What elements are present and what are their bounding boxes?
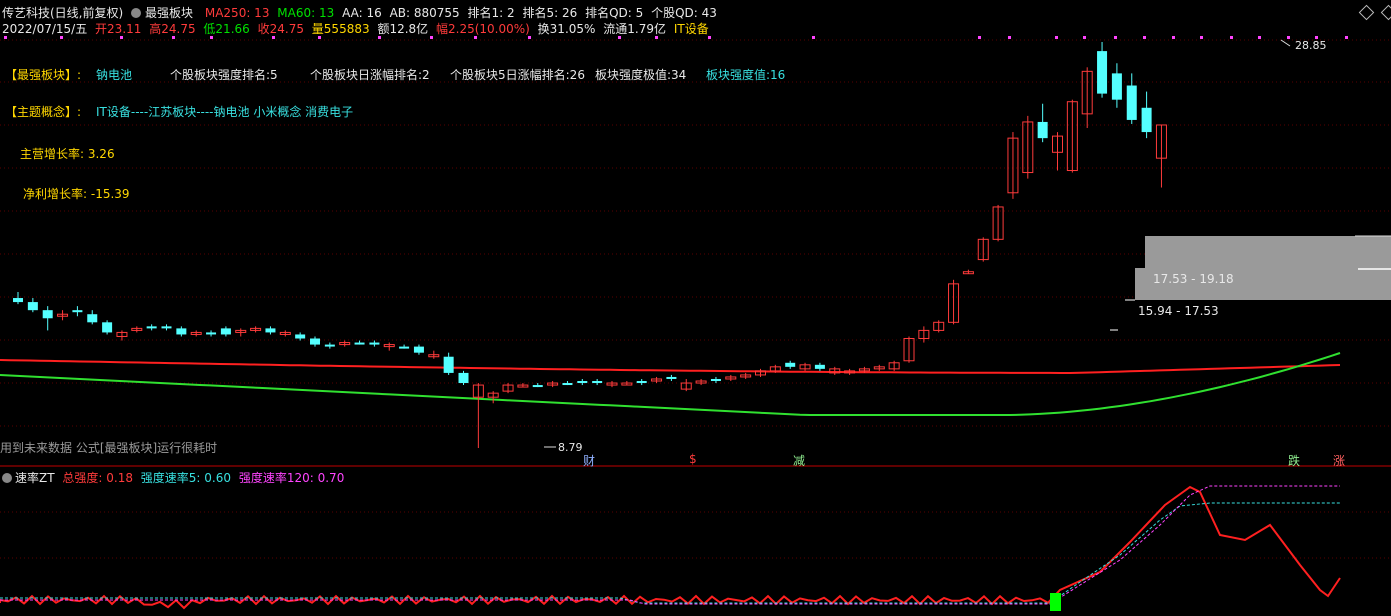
candle-body (636, 381, 647, 384)
signal-dot (1083, 36, 1086, 39)
signal-dot (708, 36, 711, 39)
low-price-label: 8.79 (558, 441, 583, 454)
candle-body (1037, 121, 1048, 139)
candle-body (310, 338, 320, 345)
strength-rate5: 强度速率5: 0.60 (140, 471, 232, 485)
candle-body (354, 342, 365, 345)
band2-label: 15.94 - 17.53 (1138, 304, 1219, 318)
signal-dot (1287, 36, 1290, 39)
signal-dot (474, 36, 477, 39)
candle-body (458, 372, 469, 384)
candle-body (1141, 107, 1152, 133)
signal-dot (1055, 36, 1058, 39)
marker-yin: $ (689, 452, 697, 466)
signal-dot (1258, 36, 1261, 39)
signal-dot (430, 36, 433, 39)
candle-body (13, 298, 23, 303)
candle-body (176, 328, 187, 335)
signal-dot (210, 36, 213, 39)
candle-body (102, 322, 113, 333)
signal-dot (120, 36, 123, 39)
future-data-note: 用到未来数据 公式[最强板块]运行很耗时 (0, 441, 218, 455)
band-upper (1145, 236, 1391, 268)
ma250-line (0, 359, 1341, 374)
candle-body (532, 385, 543, 388)
signal-dot (1345, 36, 1348, 39)
candle-body (1126, 85, 1137, 120)
candle-body (710, 378, 721, 382)
signal-dot (172, 36, 175, 39)
signal-dot (318, 36, 321, 39)
candle-body (592, 381, 603, 384)
marker-cai: 财 (583, 454, 596, 468)
signal-dot (378, 36, 381, 39)
candle-body (265, 328, 276, 333)
marker-zhang: 涨 (1333, 454, 1346, 468)
candle-body (72, 310, 83, 313)
candle-body (146, 326, 157, 329)
candle-body (42, 310, 53, 319)
candle-body (413, 346, 424, 353)
candle-body (814, 364, 825, 369)
candle-body (161, 326, 172, 329)
candle-body (1111, 73, 1122, 100)
dropdown-icon[interactable] (2, 473, 12, 483)
rate5-line (0, 502, 1340, 604)
signal-dot (528, 36, 531, 39)
candle-body (27, 302, 38, 311)
green-signal-bar (1050, 593, 1061, 611)
candle-body (785, 362, 796, 367)
signal-dot (4, 36, 7, 39)
signal-dot (812, 36, 815, 39)
candle-body (206, 332, 217, 335)
candle-body (220, 328, 231, 335)
strength-rate120: 强度速率120: 0.70 (238, 471, 345, 485)
total-strength-line (0, 485, 1341, 610)
candle-body (399, 346, 410, 349)
candle-body (666, 376, 677, 379)
lower-indicator-menu[interactable]: 速率ZT (2, 471, 55, 485)
candle-body (295, 334, 306, 339)
candle-body (87, 314, 98, 323)
band1-label: 17.53 - 19.18 (1153, 272, 1234, 286)
signal-dot (272, 36, 275, 39)
signal-dot (1143, 36, 1146, 39)
signal-dot (1230, 36, 1233, 39)
marker-die: 跌 (1288, 454, 1301, 468)
candle-body (324, 344, 335, 347)
lower-panel-header: 速率ZT 总强度: 0.18 强度速率5: 0.60 强度速率120: 0.70 (2, 469, 344, 486)
lower-indicator-name: 速率ZT (15, 471, 55, 485)
signal-dot (1008, 36, 1011, 39)
signal-dot (1172, 36, 1175, 39)
marker-jian: 减 (793, 454, 806, 468)
signal-dot (655, 36, 658, 39)
candle-body (1097, 51, 1108, 94)
signal-dot (60, 36, 63, 39)
high-pointer (1280, 39, 1291, 47)
signal-dot (1200, 36, 1203, 39)
signal-dot (978, 36, 981, 39)
ma60-line (0, 352, 1341, 416)
rate120-line (0, 485, 1340, 605)
candle-body (369, 342, 380, 345)
candle-body (443, 356, 454, 373)
candle-body (577, 381, 588, 384)
candle-body (562, 383, 573, 386)
high-price-label: 28.85 (1295, 39, 1327, 52)
signal-dot (618, 36, 621, 39)
signal-dot (1114, 36, 1117, 39)
total-strength: 总强度: 0.18 (62, 471, 133, 485)
